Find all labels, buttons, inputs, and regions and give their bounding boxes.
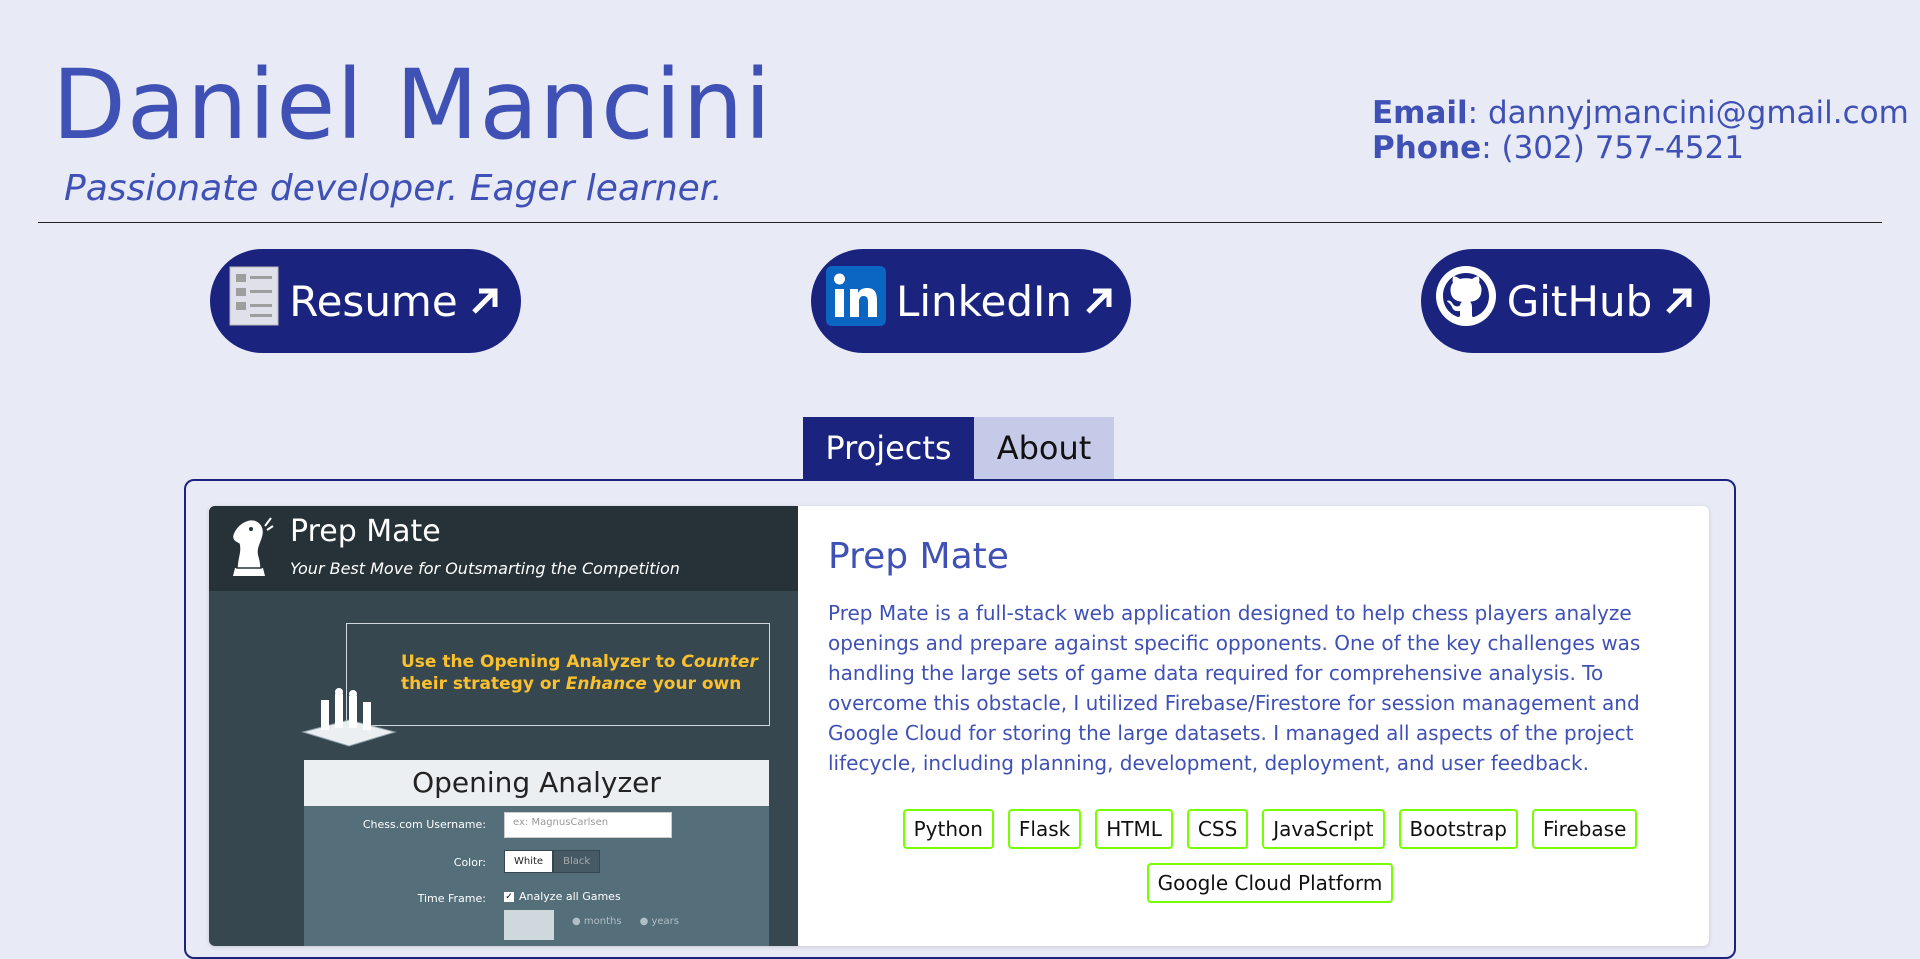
opening-analyzer-title: Opening Analyzer [304,760,769,806]
tag-python: Python [902,809,994,849]
resume-label: Resume [289,276,458,326]
tag-javascript: JavaScript [1262,809,1385,849]
email-label: Email [1372,95,1468,131]
tag-flask: Flask [1007,809,1082,849]
color-label: Color: [453,856,486,869]
chess-knight-logo-icon [219,514,275,586]
project-title: Prep Mate [828,536,1009,577]
section-tabs: Projects About [803,417,1114,479]
username-input: ex: MagnusCarlsen [504,812,672,838]
project-screenshot[interactable]: Prep Mate Your Best Move for Outsmarting… [209,506,798,946]
promo-line1a: Use the Opening Analyzer to [401,652,682,672]
tab-projects[interactable]: Projects [803,417,974,479]
opening-analyzer-form: Chess.com Username: ex: MagnusCarlsen Co… [304,806,769,946]
tag-css: CSS [1186,809,1249,849]
color-black: Black [553,850,601,873]
tab-about[interactable]: About [974,417,1114,479]
screenshot-app-subtitle: Your Best Move for Outsmarting the Compe… [290,559,680,578]
linkedin-button[interactable]: LinkedIn [811,249,1131,353]
email-line: Email: dannyjmancini@gmail.com [1372,96,1909,131]
color-toggle: White Black [504,850,601,873]
screenshot-app-title: Prep Mate [290,514,441,549]
analyze-all-label: Analyze all Games [519,890,621,903]
promo-text: Use the Opening Analyzer to Counter thei… [401,651,758,695]
screenshot-header: Prep Mate Your Best Move for Outsmarting… [209,506,798,591]
promo-line2c: your own [646,674,742,694]
analyze-all-checkbox: ✓ Analyze all Games [504,890,621,903]
phone-label: Phone [1372,130,1482,166]
github-label: GitHub [1506,276,1653,326]
chess-pieces-icon [299,686,399,752]
email-value[interactable]: : dannyjmancini@gmail.com [1468,95,1909,131]
linkedin-label: LinkedIn [895,276,1073,326]
page-title: Daniel Mancini [52,49,772,161]
project-description: Prep Mate is a full-stack web applicatio… [828,601,1641,775]
timeframe-label: Time Frame: [417,892,486,905]
phone-value: : (302) 757-4521 [1481,130,1744,166]
color-white: White [504,850,554,873]
contact-info: Email: dannyjmancini@gmail.com Phone: (3… [1372,96,1909,166]
external-arrow-icon [471,288,498,314]
tag-firebase: Firebase [1532,809,1638,849]
document-icon [229,266,279,336]
external-arrow-icon [1086,288,1112,314]
github-button[interactable]: GitHub [1421,249,1710,353]
resume-button[interactable]: Resume [210,249,521,353]
phone-line: Phone: (302) 757-4521 [1372,131,1909,166]
tagline: Passionate developer. Eager learner. [64,168,723,209]
linkedin-icon [825,266,886,336]
external-arrow-icon [1666,288,1692,314]
username-label: Chess.com Username: [362,818,486,831]
github-icon [1435,265,1497,337]
promo-line1b: Counter [681,652,758,672]
tech-tags: Python Flask HTML CSS JavaScript Bootstr… [890,809,1650,903]
tag-html: HTML [1095,809,1173,849]
promo-line2a: their strategy or [401,674,566,694]
timeframe-number [504,910,554,940]
tag-bootstrap: Bootstrap [1398,809,1519,849]
tag-google-cloud: Google Cloud Platform [1146,863,1394,903]
promo-line2b: Enhance [565,674,647,694]
header-divider [38,222,1882,223]
